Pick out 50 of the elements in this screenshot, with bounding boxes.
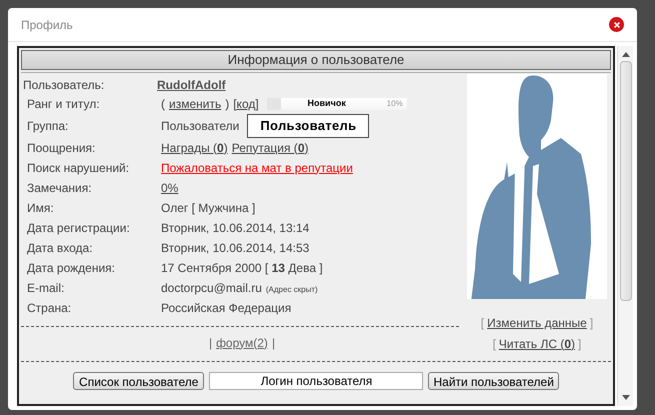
value-text: Российская Федерация [161, 300, 292, 316]
value-text: doctorpcu@mail.ru [161, 280, 262, 296]
value-text: 17 Сентября 2000 [ 13 Дева ] [161, 260, 323, 276]
scroll-down-icon[interactable] [622, 395, 630, 400]
value-text: Вторник, 10.06.2014, 13:14 [161, 220, 310, 236]
find-users-button[interactable]: Найти пользователей [428, 372, 559, 390]
field-label: Дата входа: [26, 240, 94, 256]
profile-link[interactable]: 0% [161, 178, 178, 196]
bracket-text: ] [590, 315, 594, 332]
hidden-note: (Адрес скрыт) [266, 284, 318, 296]
rank-title: Новичок [306, 97, 347, 110]
user-list-button[interactable]: Список пользователе [73, 372, 204, 390]
field-label: Ранг и титул: [26, 96, 101, 113]
rank-percent: 10% [386, 98, 404, 110]
profile-link[interactable]: Награды (0) [161, 138, 228, 156]
field-label: Поиск нарушений: [26, 160, 130, 176]
field-label: E-mail: [26, 280, 66, 296]
forum-link[interactable]: форум(2) [216, 334, 268, 352]
field-label: Поощрения: [26, 140, 96, 156]
value-text: Вторник, 10.06.2014, 14:53 [161, 240, 310, 256]
separator-text: | [272, 334, 276, 352]
profile-link[interactable]: Репутация (0) [232, 138, 308, 156]
separator-text: | [208, 334, 212, 352]
bracket-text: [ [480, 315, 484, 332]
bracket-text: [ [492, 336, 496, 353]
close-icon[interactable] [609, 17, 624, 32]
value-text: ) [225, 96, 230, 113]
scroll-up-icon[interactable] [622, 52, 630, 57]
dialog-title: Профиль [21, 16, 73, 34]
field-label: Пользователь: [22, 77, 106, 94]
profile-action-link[interactable]: Изменить данные [487, 314, 587, 332]
login-input[interactable]: Логин пользователя [209, 372, 424, 390]
username-link[interactable]: RudolfAdolf [157, 76, 226, 94]
field-label: Имя: [26, 200, 55, 216]
profile-action-link[interactable]: Читать ЛС (0) [498, 335, 576, 353]
value-text: Олег [ Мужчина ] [161, 200, 256, 216]
field-label: Страна: [26, 300, 72, 316]
group-badge: Пользователь [247, 114, 370, 138]
profile-link[interactable]: изменить [169, 95, 222, 113]
field-label: Дата регистрации: [26, 220, 131, 236]
person-silhouette-icon [467, 74, 607, 299]
value-text: ( [161, 96, 165, 113]
field-label: Группа: [26, 118, 70, 135]
field-label: Замечания: [26, 180, 93, 196]
panel-heading: Информация о пользователе [21, 50, 611, 70]
field-label: Дата рождения: [26, 260, 116, 276]
bracket-text: ] [578, 336, 582, 353]
profile-link[interactable]: [код] [233, 95, 259, 113]
value-text: Пользователи [161, 118, 240, 135]
scrollbar[interactable] [617, 46, 633, 406]
